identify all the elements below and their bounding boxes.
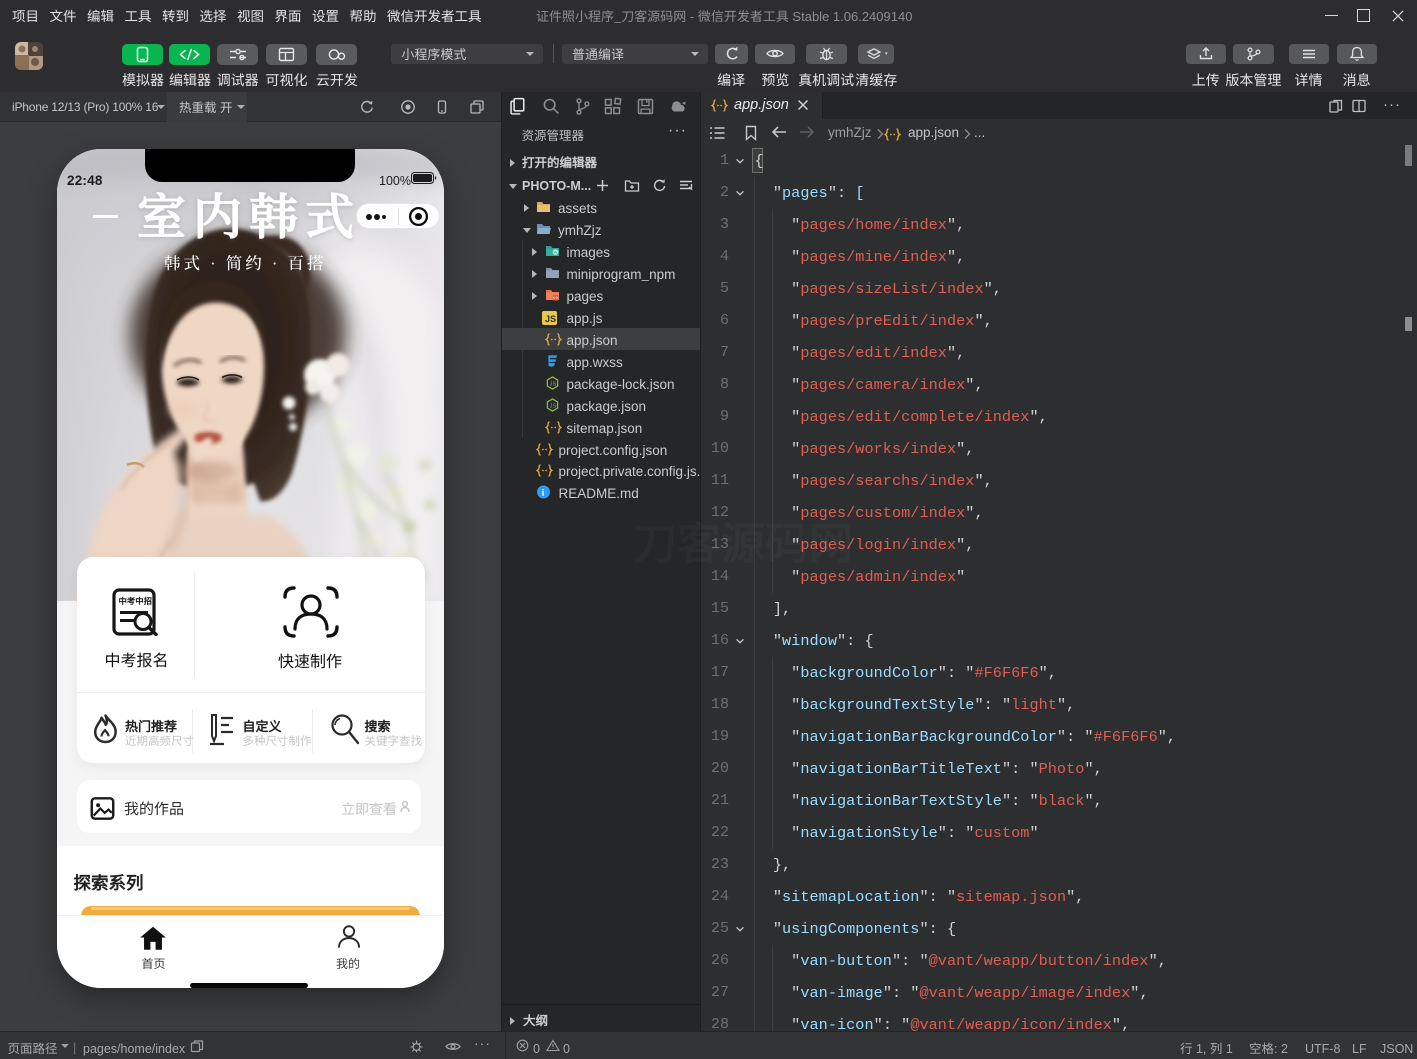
svg-text:JS: JS xyxy=(550,381,557,387)
svg-text:JS: JS xyxy=(550,403,557,409)
svg-text:JS: JS xyxy=(545,314,556,324)
svg-text:中考中招: 中考中招 xyxy=(118,595,152,607)
